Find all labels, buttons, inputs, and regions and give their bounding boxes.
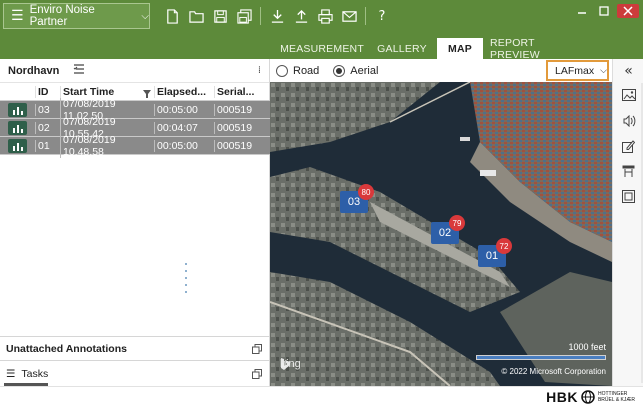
bing-icon	[281, 358, 290, 370]
save-icon[interactable]	[208, 6, 232, 26]
project-title: Nordhavn	[8, 64, 60, 77]
measurements-pane: Nordhavn ⁞ ID Start Time Elapsed... Seri…	[0, 59, 270, 386]
bar-chart-icon[interactable]	[8, 138, 27, 153]
row-icon-cell	[0, 138, 35, 153]
title-bar: ☰ Enviro Noise Partner ⌵ ?	[0, 0, 643, 32]
column-id[interactable]: ID	[35, 86, 60, 98]
map-toolbar: Road Aerial LAFmax ⌵	[270, 59, 612, 82]
hbk-logo: HBK HOTTINGER BRÜEL & KJÆR	[546, 389, 635, 405]
level-badge-03: 80	[358, 184, 374, 200]
bar-chart-icon[interactable]	[8, 102, 27, 117]
row-icon-cell	[0, 120, 35, 135]
save-all-icon[interactable]	[232, 6, 256, 26]
aerial-radio[interactable]	[333, 64, 346, 77]
open-folder-icon[interactable]	[184, 6, 208, 26]
maximize-icon[interactable]	[595, 4, 613, 18]
road-label[interactable]: Road	[293, 65, 319, 77]
picture-frame-icon[interactable]	[620, 188, 637, 205]
cell-id: 01	[35, 139, 60, 152]
minimize-icon[interactable]	[573, 4, 591, 18]
column-start-time-label: Start Time	[63, 86, 115, 98]
pane-options-icon[interactable]: ⁞	[258, 65, 261, 76]
aerial-label[interactable]: Aerial	[350, 65, 378, 77]
tab-map[interactable]: MAP	[437, 38, 483, 59]
column-elapsed[interactable]: Elapsed...	[154, 86, 214, 98]
toolbar: ?	[160, 6, 394, 26]
image-icon[interactable]	[620, 86, 637, 103]
marker-icon[interactable]	[620, 163, 637, 180]
scale-label: 1000 feet	[568, 342, 606, 352]
note-icon[interactable]	[620, 138, 637, 155]
pane-splitter-handle[interactable]	[185, 263, 188, 293]
tab-measurement[interactable]: MEASUREMENT	[276, 38, 368, 59]
measurements-table: ID Start Time Elapsed... Serial... 03 07…	[0, 84, 270, 158]
level-badge-02: 79	[449, 215, 465, 231]
brand-sub-2: BRÜEL & KJÆR	[597, 397, 635, 403]
cell-elapsed: 00:05:00	[154, 139, 214, 152]
tasks-label: Tasks	[21, 367, 49, 380]
map-copyright: © 2022 Microsoft Corporation	[501, 367, 606, 376]
tasks-menu-icon: ☰	[6, 367, 16, 380]
toolbar-separator	[365, 7, 366, 25]
help-label: ?	[378, 8, 386, 24]
chevron-down-icon: ⌵	[141, 10, 149, 22]
help-icon[interactable]: ?	[370, 6, 394, 26]
chevron-down-icon: ⌵	[600, 65, 607, 75]
scale-bar	[476, 355, 606, 360]
main-tabs: MEASUREMENT GALLERY MAP REPORT PREVIEW	[0, 32, 643, 61]
new-file-icon[interactable]	[160, 6, 184, 26]
app-menu-button[interactable]: ☰ Enviro Noise Partner ⌵	[3, 3, 150, 29]
undock-icon[interactable]	[252, 369, 262, 379]
hamburger-icon: ☰	[11, 8, 24, 24]
app-title: Enviro Noise Partner	[29, 4, 95, 28]
cell-elapsed: 00:04:07	[154, 121, 214, 134]
audio-icon[interactable]	[620, 112, 637, 129]
tab-gallery[interactable]: GALLERY	[372, 38, 432, 59]
right-tool-rail: «	[612, 59, 643, 386]
cell-id: 03	[35, 103, 60, 116]
footer: HBK HOTTINGER BRÜEL & KJÆR	[0, 386, 643, 405]
print-icon[interactable]	[313, 6, 337, 26]
brand-name: HBK	[546, 389, 578, 405]
cell-start-time: 07/08/2019 10.48.58	[60, 133, 154, 158]
tab-report-preview[interactable]: REPORT PREVIEW	[490, 37, 586, 61]
cell-serial: 000519	[214, 139, 270, 152]
row-icon-cell	[0, 102, 35, 117]
aerial-map[interactable]: 03 80 02 79 01 72 bing 1000 feet © 2022 …	[270, 82, 612, 386]
cell-elapsed: 00:05:00	[154, 103, 214, 116]
tasks-tab[interactable]: ☰ Tasks	[0, 360, 270, 386]
cell-id: 02	[35, 121, 60, 134]
road-radio[interactable]	[276, 64, 288, 77]
download-icon[interactable]	[265, 6, 289, 26]
cell-serial: 000519	[214, 121, 270, 134]
list-filter-icon[interactable]	[73, 63, 85, 78]
brand-subtitle: HOTTINGER BRÜEL & KJÆR	[598, 391, 635, 403]
unattached-annotations-label: Unattached Annotations	[6, 342, 127, 355]
bar-chart-icon[interactable]	[8, 120, 27, 135]
column-start-time[interactable]: Start Time	[60, 86, 154, 98]
metric-value: LAFmax	[555, 64, 595, 77]
collapse-icon[interactable]: «	[620, 62, 637, 79]
metric-dropdown[interactable]: LAFmax ⌵	[546, 60, 609, 81]
column-serial[interactable]: Serial...	[214, 86, 270, 98]
email-icon[interactable]	[337, 6, 361, 26]
cell-serial: 000519	[214, 103, 270, 116]
unattached-annotations-header[interactable]: Unattached Annotations	[0, 336, 270, 360]
level-badge-01: 72	[496, 238, 512, 254]
bing-logo: bing	[280, 358, 301, 370]
upload-icon[interactable]	[289, 6, 313, 26]
toolbar-separator	[260, 7, 261, 25]
window-controls	[573, 4, 639, 18]
undock-icon[interactable]	[252, 344, 262, 354]
globe-icon	[581, 390, 595, 404]
close-icon[interactable]	[617, 4, 639, 18]
pane-header: Nordhavn ⁞	[0, 59, 269, 83]
table-row[interactable]: 01 07/08/2019 10.48.58 00:05:00 000519	[0, 133, 270, 158]
